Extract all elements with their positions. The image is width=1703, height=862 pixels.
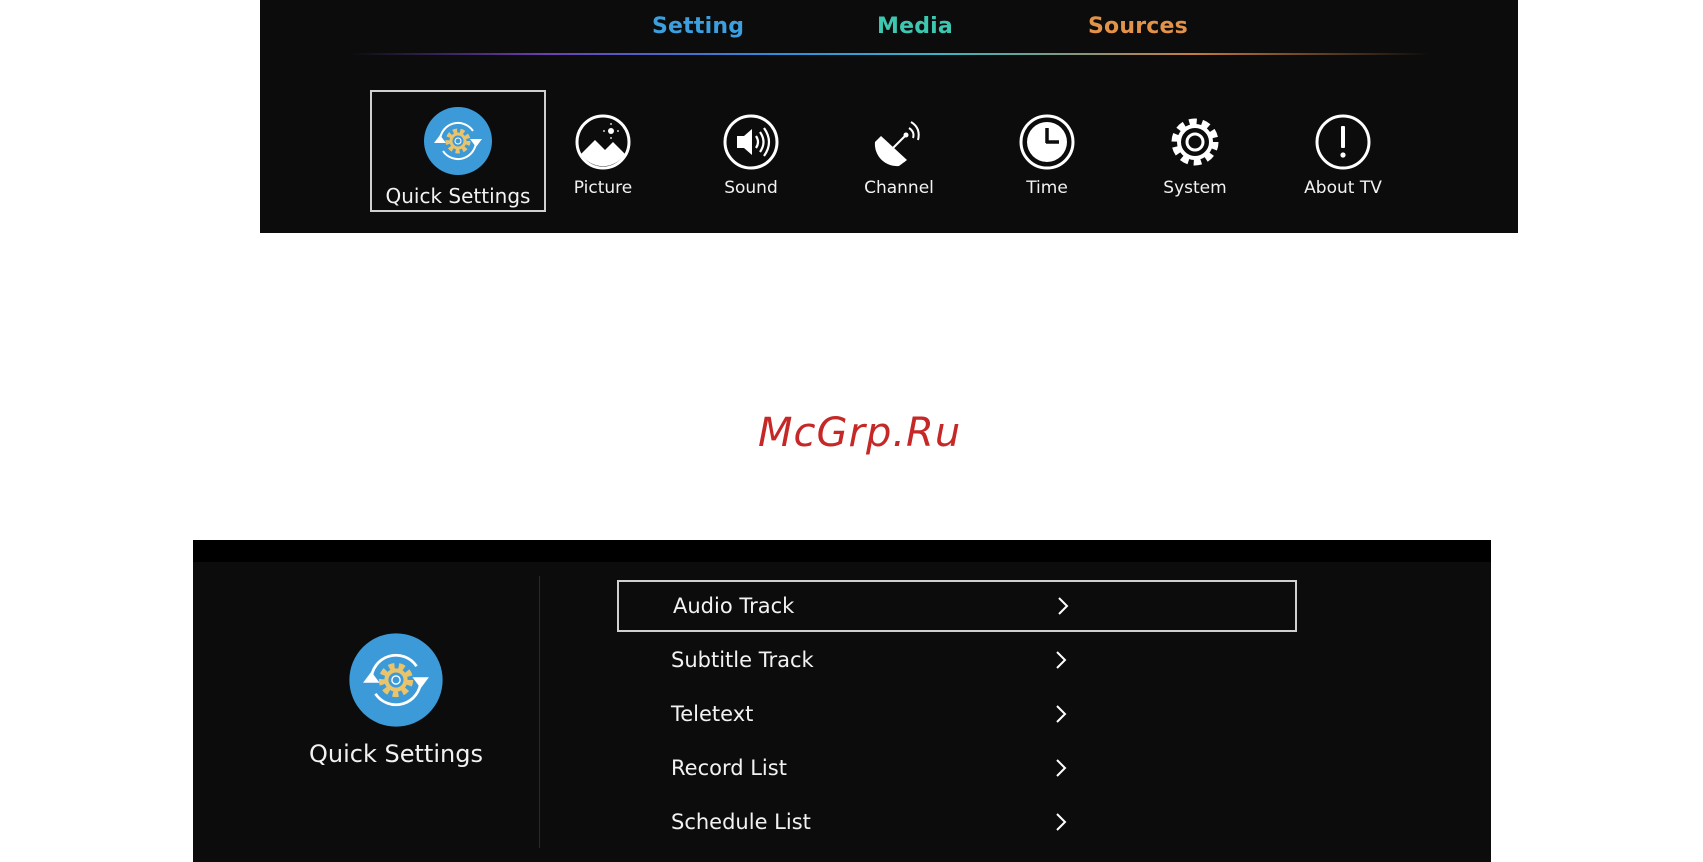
list-item-subtitle-track[interactable]: Subtitle Track <box>617 634 1297 686</box>
list-item-record-list[interactable]: Record List <box>617 742 1297 794</box>
menu-item-label: Time <box>1026 178 1068 198</box>
menu-item-time[interactable]: Time <box>974 90 1120 210</box>
menu-item-quick-settings[interactable]: Quick Settings <box>370 90 546 212</box>
list-item-teletext[interactable]: Teletext <box>617 688 1297 740</box>
menu-item-picture[interactable]: Picture <box>530 90 676 210</box>
system-icon <box>1171 118 1219 166</box>
panel-top-strip <box>193 540 1491 562</box>
chevron-right-icon <box>1056 705 1067 723</box>
menu-item-label: About TV <box>1304 178 1382 198</box>
list-item-label: Subtitle Track <box>671 648 814 672</box>
tab-sources[interactable]: Sources <box>1088 14 1188 39</box>
tab-divider-line <box>350 53 1430 55</box>
quick-settings-title: Quick Settings <box>309 740 483 768</box>
chevron-right-icon <box>1058 597 1069 615</box>
menu-item-about-tv[interactable]: About TV <box>1270 90 1416 210</box>
quick-settings-icon <box>349 633 443 727</box>
menu-item-label: System <box>1163 178 1227 198</box>
tab-setting[interactable]: Setting <box>652 14 744 39</box>
chevron-right-icon <box>1056 759 1067 777</box>
picture-icon <box>575 114 631 170</box>
watermark-text: McGrp.Ru <box>758 410 962 456</box>
menu-item-label: Quick Settings <box>385 184 531 208</box>
about-tv-icon <box>1315 114 1371 170</box>
quick-settings-icon <box>424 107 492 175</box>
list-item-schedule-list[interactable]: Schedule List <box>617 796 1297 848</box>
tab-media[interactable]: Media <box>877 14 953 39</box>
menu-item-sound[interactable]: Sound <box>678 90 824 210</box>
list-item-label: Schedule List <box>671 810 811 834</box>
top-tab-bar: Setting Media Sources <box>260 14 1518 44</box>
menu-item-label: Sound <box>724 178 778 198</box>
menu-item-label: Channel <box>864 178 934 198</box>
sound-icon <box>723 114 779 170</box>
chevron-right-icon <box>1056 813 1067 831</box>
chevron-right-icon <box>1056 651 1067 669</box>
list-item-label: Audio Track <box>673 594 795 618</box>
panel-divider <box>539 576 540 848</box>
quick-settings-panel: Quick Settings Audio Track Subtitle Trac… <box>193 540 1491 862</box>
menu-item-channel[interactable]: Channel <box>826 90 972 210</box>
list-item-audio-track[interactable]: Audio Track <box>617 580 1297 632</box>
menu-item-label: Picture <box>573 178 633 198</box>
list-item-label: Teletext <box>671 702 754 726</box>
menu-item-system[interactable]: System <box>1122 90 1268 210</box>
list-item-label: Record List <box>671 756 787 780</box>
channel-icon <box>874 121 920 167</box>
main-menu-panel: Setting Media Sources Quick Settings Pic… <box>260 0 1518 233</box>
time-icon <box>1019 114 1075 170</box>
